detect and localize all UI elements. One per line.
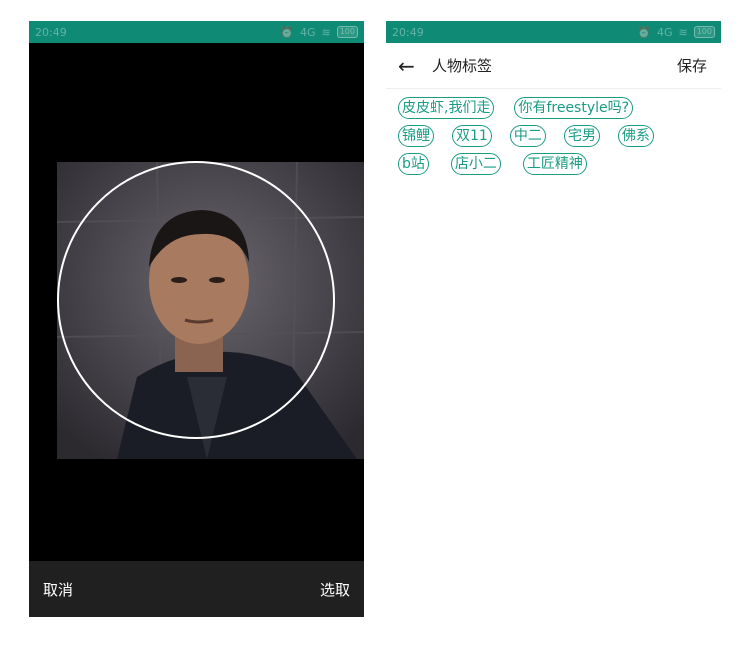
- tag-list: 皮皮虾,我们走 你有freestyle吗? 锦鲤 双11 中二 宅男 佛系 b站…: [386, 89, 721, 175]
- tag-chip[interactable]: 中二: [509, 125, 546, 147]
- status-bar: 20:49 ⏰ 4G ≋ 100: [386, 21, 721, 43]
- select-button[interactable]: 选取: [320, 579, 350, 600]
- tag-chip[interactable]: 佛系: [617, 125, 654, 147]
- battery-icon: 100: [693, 26, 715, 38]
- crop-circle-frame[interactable]: [57, 161, 335, 439]
- signal-icon: 4G: [299, 25, 316, 39]
- wifi-icon: ≋: [678, 25, 688, 39]
- person-tags-screen: 20:49 ⏰ 4G ≋ 100 ← 人物标签 保存 皮皮虾,我们走 你有fre…: [386, 21, 721, 617]
- page-title: 人物标签: [432, 57, 493, 75]
- cancel-button[interactable]: 取消: [43, 579, 73, 600]
- tag-chip[interactable]: 你有freestyle吗?: [514, 97, 634, 119]
- wifi-icon: ≋: [321, 25, 331, 39]
- status-time: 20:49: [35, 25, 67, 39]
- status-icons: ⏰ 4G ≋ 100: [637, 26, 715, 39]
- tag-chip[interactable]: 工匠精神: [522, 153, 587, 175]
- tag-chip[interactable]: 锦鲤: [398, 125, 434, 147]
- status-bar: 20:49 ⏰ 4G ≋ 100: [29, 21, 364, 43]
- back-arrow-icon[interactable]: ←: [398, 56, 420, 76]
- signal-icon: 4G: [656, 25, 673, 39]
- tag-row: 锦鲤 双11 中二 宅男 佛系: [398, 125, 709, 147]
- crop-toolbar: 取消 选取: [29, 561, 364, 617]
- tag-chip[interactable]: 宅男: [563, 125, 600, 147]
- tag-chip[interactable]: 双11: [452, 125, 492, 147]
- tag-row: b站 店小二 工匠精神: [398, 153, 709, 175]
- tag-row: 皮皮虾,我们走 你有freestyle吗?: [398, 97, 709, 119]
- alarm-icon: ⏰: [637, 25, 651, 39]
- crop-area[interactable]: [29, 43, 364, 561]
- tag-chip[interactable]: 皮皮虾,我们走: [398, 97, 495, 119]
- tag-chip[interactable]: b站: [398, 153, 429, 175]
- status-icons: ⏰ 4G ≋ 100: [280, 26, 358, 39]
- app-bar: ← 人物标签 保存: [386, 43, 721, 89]
- status-time: 20:49: [392, 25, 424, 39]
- battery-icon: 100: [336, 26, 358, 38]
- tag-chip[interactable]: 店小二: [450, 153, 501, 175]
- alarm-icon: ⏰: [280, 25, 294, 39]
- image-crop-screen: 20:49 ⏰ 4G ≋ 100 取消 选取: [29, 21, 364, 617]
- save-button[interactable]: 保存: [677, 55, 707, 76]
